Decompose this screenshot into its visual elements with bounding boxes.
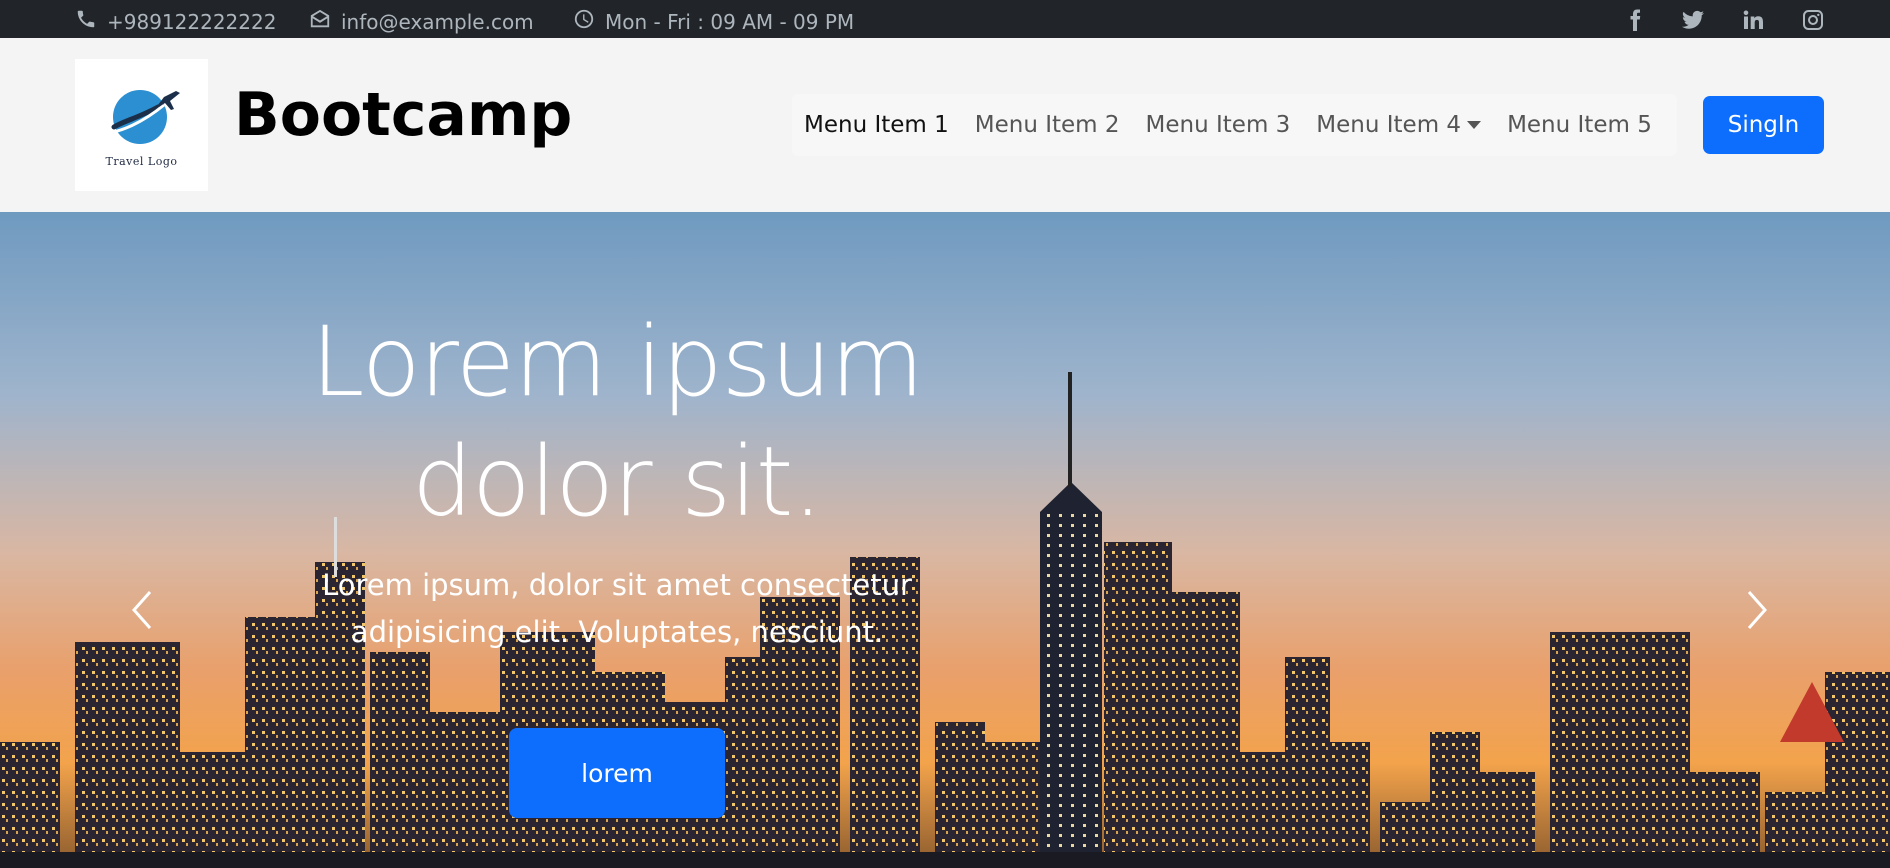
logo-caption: Travel Logo — [105, 154, 178, 168]
caret-down-icon — [1467, 121, 1482, 129]
nav-item-1[interactable]: Menu Item 1 — [804, 112, 949, 138]
hero-title-line-2: dolor sit. — [412, 426, 823, 538]
clock-icon — [573, 8, 595, 35]
hero-title: Lorem ipsum dolor sit. — [300, 302, 934, 542]
nav-item-4-dropdown[interactable]: Menu Item 4 — [1316, 112, 1482, 138]
globe-plane-icon — [107, 89, 180, 144]
nav-item-2[interactable]: Menu Item 2 — [975, 112, 1120, 138]
logo[interactable]: Travel Logo — [75, 59, 208, 191]
twitter-icon[interactable] — [1679, 6, 1707, 34]
main-nav: Menu Item 1 Menu Item 2 Menu Item 3 Menu… — [792, 94, 1677, 156]
facebook-icon[interactable] — [1621, 6, 1649, 34]
instagram-icon[interactable] — [1799, 6, 1827, 34]
nav-item-5[interactable]: Menu Item 5 — [1507, 112, 1652, 138]
site-header: Travel Logo Bootcamp Menu Item 1 Menu It… — [0, 38, 1890, 212]
nav-item-4-label: Menu Item 4 — [1316, 112, 1462, 138]
top-info-bar: +989122222222 info@example.com Mon - Fri… — [0, 0, 1890, 38]
nav-item-3[interactable]: Menu Item 3 — [1146, 112, 1291, 138]
hero-carousel: Lorem ipsum dolor sit. Lorem ipsum, dolo… — [0, 212, 1890, 868]
hero-text-line-2: adipisicing elit. Voluptates, nesciunt. — [350, 615, 884, 649]
brand-title[interactable]: Bootcamp — [234, 80, 572, 150]
hero-cta-button[interactable]: lorem — [509, 728, 725, 818]
phone-info: +989122222222 — [75, 8, 276, 35]
carousel-next-icon[interactable] — [1735, 580, 1779, 640]
business-hours: Mon - Fri : 09 AM - 09 PM — [605, 9, 855, 34]
hero-title-line-1: Lorem ipsum — [311, 306, 924, 418]
hero-text-line-1: Lorem ipsum, dolor sit amet consectetur — [322, 568, 912, 602]
signin-button[interactable]: SingIn — [1703, 96, 1824, 154]
hero-text: Lorem ipsum, dolor sit amet consectetur … — [320, 562, 914, 656]
email-address: info@example.com — [341, 9, 534, 34]
email-info: info@example.com — [309, 8, 534, 35]
phone-number: +989122222222 — [107, 9, 277, 34]
linkedin-icon[interactable] — [1739, 6, 1767, 34]
phone-icon — [75, 8, 97, 35]
carousel-prev-icon[interactable] — [120, 580, 164, 640]
envelope-icon — [309, 8, 331, 35]
city-skyline-image — [0, 372, 1890, 868]
hours-info: Mon - Fri : 09 AM - 09 PM — [573, 8, 854, 35]
